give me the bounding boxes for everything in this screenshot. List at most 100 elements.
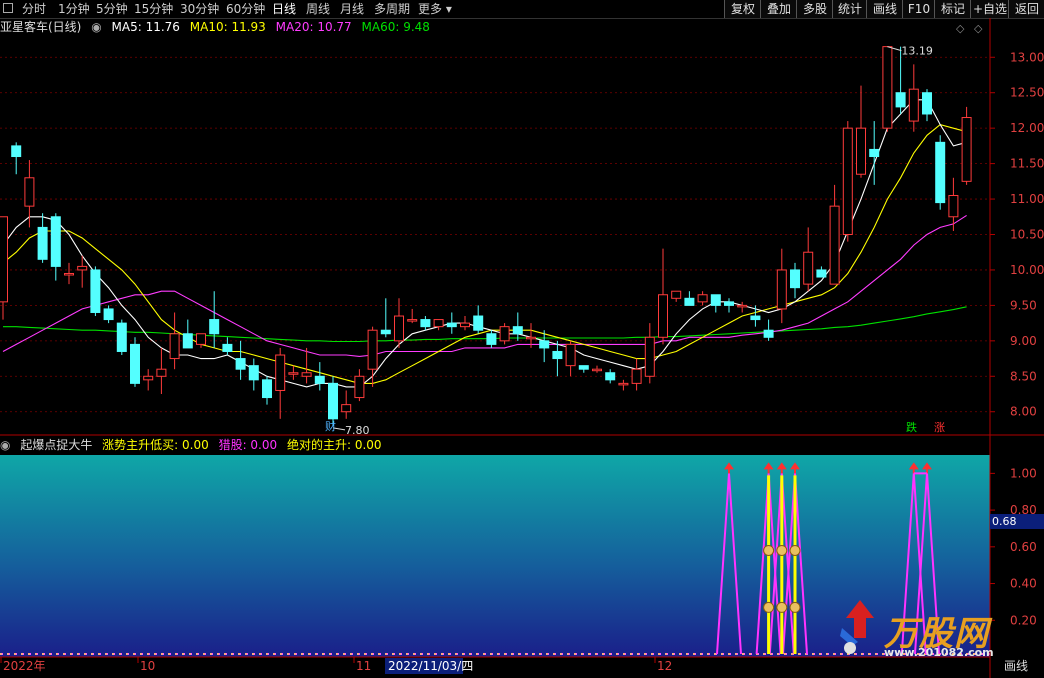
- candle: [697, 291, 708, 306]
- candle: [235, 340, 246, 380]
- candle: [644, 323, 655, 384]
- candle-body: [856, 127, 866, 175]
- candle-body: [869, 148, 880, 158]
- candle: [763, 319, 774, 341]
- kline-chart[interactable]: 8.00 8.50 9.00 9.50 10.00 10.50 11.00 11.50 12.0…: [0, 0, 1044, 678]
- candle: [143, 369, 154, 391]
- ma5-line: [2, 99, 967, 388]
- candle: [209, 291, 220, 348]
- candle: [328, 376, 338, 426]
- candle: [578, 365, 589, 373]
- candle: [499, 323, 510, 345]
- watermark-logo-icon: [838, 598, 882, 656]
- candle-body: [803, 251, 814, 285]
- candle-body: [354, 375, 365, 399]
- candle-body: [565, 343, 576, 367]
- y-tick-label: 12.00: [1010, 121, 1044, 135]
- candle-body: [209, 319, 220, 335]
- candle-body: [77, 265, 88, 271]
- candle-body: [222, 343, 233, 352]
- candle-body: [11, 145, 22, 158]
- candle-body: [526, 336, 536, 340]
- coin-icon: [763, 601, 775, 613]
- ind-y-tick-label: 0.20: [1010, 613, 1037, 627]
- ind-y-tick-label: 1.00: [1010, 466, 1037, 480]
- candle: [842, 121, 853, 242]
- watermark-url: www.201082.com: [884, 646, 994, 659]
- candle-body: [50, 216, 61, 267]
- y-tick-label: 11.50: [1010, 157, 1044, 171]
- fall-tag[interactable]: 跌: [906, 420, 917, 434]
- candle-body: [407, 319, 418, 322]
- candle-body: [512, 326, 523, 335]
- candle-body: [196, 333, 206, 345]
- coin-icon: [776, 544, 788, 556]
- candle-body: [922, 92, 932, 115]
- candle: [605, 369, 616, 384]
- candle-body: [446, 322, 457, 328]
- diamond-icon[interactable]: ◇: [956, 22, 965, 35]
- candle: [671, 290, 682, 302]
- candle-body: [130, 343, 140, 384]
- candle-body: [288, 372, 299, 375]
- x-axis-label: 2022年: [3, 659, 46, 673]
- candle: [948, 177, 959, 231]
- candle-body: [592, 368, 602, 372]
- candle: [684, 291, 695, 306]
- draw-line-button[interactable]: 画线: [1004, 659, 1028, 673]
- candle-body: [433, 319, 444, 328]
- finance-tag[interactable]: 财: [325, 419, 336, 433]
- candle: [367, 326, 378, 387]
- rise-tag[interactable]: 涨: [934, 421, 945, 434]
- x-axis-label: 12: [657, 659, 672, 673]
- y-tick-label: 13.00: [1010, 50, 1044, 64]
- candle-body: [486, 333, 497, 345]
- candle-body: [776, 269, 787, 310]
- candle-body: [248, 365, 259, 381]
- candle: [908, 64, 919, 132]
- x-axis-label: 2022/11/03/四: [388, 659, 473, 673]
- candle-body: [341, 404, 352, 413]
- coin-icon: [789, 601, 801, 613]
- candle: [592, 365, 602, 373]
- candle: [37, 213, 48, 263]
- coin-icon: [763, 544, 775, 556]
- candle: [407, 308, 418, 324]
- candle: [961, 106, 972, 185]
- candle-body: [394, 315, 404, 342]
- candle: [552, 340, 563, 377]
- candle: [301, 347, 312, 384]
- x-axis-label: 11: [356, 659, 371, 673]
- candle-body: [182, 333, 193, 349]
- candle: [829, 184, 840, 285]
- candle-body: [816, 269, 827, 278]
- candle-body: [948, 195, 959, 218]
- candle-body: [24, 177, 35, 207]
- high-label: 13.19: [901, 45, 933, 58]
- candle-body: [737, 304, 748, 308]
- candle: [565, 340, 576, 377]
- candle: [803, 227, 814, 292]
- candle: [222, 337, 233, 356]
- ma20-line: [2, 214, 967, 357]
- candle: [288, 365, 299, 380]
- candle: [631, 358, 642, 391]
- candle-body: [328, 382, 338, 420]
- indicator-current-value: 0.68: [990, 514, 1044, 529]
- candle: [90, 266, 101, 317]
- candle-body: [697, 294, 708, 303]
- candle: [156, 347, 167, 395]
- candle-body: [235, 358, 246, 370]
- candle-body: [763, 329, 774, 338]
- candle-body: [499, 326, 510, 342]
- candle-body: [262, 379, 272, 399]
- candle-body: [578, 365, 589, 370]
- collapse-icon[interactable]: ◇: [974, 22, 983, 35]
- candle-body: [275, 354, 286, 391]
- candle-body: [460, 322, 470, 328]
- candle-body: [618, 382, 629, 386]
- candle: [460, 316, 470, 331]
- candle: [103, 305, 114, 324]
- candle: [446, 312, 457, 334]
- candle-body: [539, 340, 550, 349]
